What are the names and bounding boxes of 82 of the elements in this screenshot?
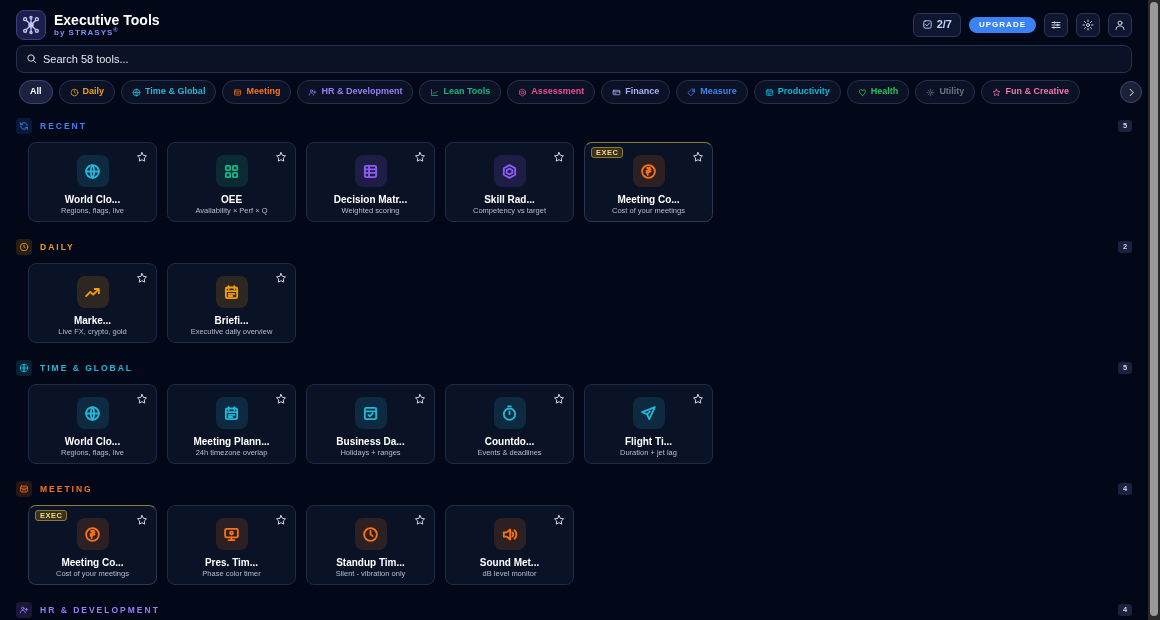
upgrade-button[interactable]: UPGRADE (969, 16, 1036, 33)
section-title: TIME & GLOBAL (40, 361, 134, 375)
filter-chip[interactable]: Health (846, 80, 910, 104)
star-icon (414, 393, 426, 405)
tool-name: Standup Tim... (336, 557, 405, 569)
people-icon (308, 87, 318, 97)
tag-icon (687, 87, 697, 97)
heart-icon (857, 87, 867, 97)
star-icon (553, 393, 565, 405)
star-icon (553, 151, 565, 163)
filter-chip[interactable]: Measure (676, 80, 748, 104)
settings-icon (1082, 18, 1094, 31)
tool-name: Meeting Plann... (193, 436, 270, 448)
filter-chip[interactable]: All (19, 80, 53, 104)
calendar-icon (764, 87, 774, 97)
filter-chip[interactable]: Productivity (753, 80, 841, 104)
star-icon (136, 272, 148, 284)
tool-name: Decision Matr... (333, 194, 408, 206)
app-title: Executive Tools (54, 11, 160, 28)
tool-name: Business Da... (336, 436, 405, 448)
section-title: HR & DEVELOPMENT (40, 603, 160, 617)
section-title: MEETING (40, 482, 93, 496)
scrollbar[interactable] (1148, 0, 1160, 620)
search-field[interactable]: Search 58 tools... (16, 45, 1132, 73)
user-icon (1114, 18, 1126, 31)
filter-chip[interactable]: Fun & Creative (981, 80, 1080, 104)
star-icon (275, 272, 287, 284)
tool-name: World Clo... (64, 436, 121, 448)
star-icon (414, 514, 426, 526)
tool-name: Sound Met... (479, 557, 540, 569)
star-icon (136, 393, 148, 405)
people-icon (19, 605, 29, 615)
settings-button[interactable] (1076, 12, 1100, 37)
filter-chip[interactable]: HR & Development (297, 80, 414, 104)
star-icon (275, 393, 287, 405)
star-icon (553, 514, 565, 526)
tool-name: OEE (220, 194, 243, 206)
checkbox-icon (921, 19, 933, 30)
star-icon (136, 151, 148, 163)
app-subtitle: by STRASYS$^{®}$ (54, 27, 120, 38)
globe-icon (132, 87, 142, 97)
tool-name: World Clo... (64, 194, 121, 206)
globe-icon (19, 363, 29, 373)
account-button[interactable] (1108, 12, 1132, 37)
refresh-icon (19, 121, 29, 131)
sun-icon (926, 87, 936, 97)
tool-name: Briefi... (214, 315, 249, 327)
star-icon (136, 514, 148, 526)
filter-button[interactable] (1044, 12, 1068, 37)
filter-chip[interactable]: Time & Global (121, 80, 217, 104)
filter-chip[interactable]: Lean Tools (419, 80, 502, 104)
line-chart-icon (430, 87, 440, 97)
logo-icon (16, 9, 46, 40)
tool-name: Marke... (73, 315, 112, 327)
tool-name: Meeting Co... (61, 557, 124, 569)
filter-chip[interactable]: Finance (601, 80, 671, 104)
star-icon (992, 87, 1002, 97)
tool-name: Skill Rad... (484, 194, 535, 206)
section-title: RECENT (40, 119, 87, 133)
search-icon (26, 53, 37, 64)
star-icon (275, 514, 287, 526)
progress-button[interactable]: 2/7 (912, 12, 961, 37)
tool-name: Pres. Tim... (204, 557, 259, 569)
filter-chip[interactable]: Utility (915, 80, 976, 104)
star-icon (692, 393, 704, 405)
section-title: DAILY (40, 240, 75, 254)
calendar-icon (19, 484, 29, 494)
clock-icon (69, 87, 79, 97)
filter-chip[interactable]: Daily (58, 80, 116, 104)
sliders-icon (1050, 18, 1062, 31)
star-icon (692, 151, 704, 163)
hexagon-icon (518, 87, 528, 97)
filter-chip[interactable]: Meeting (222, 80, 292, 104)
tool-name: Flight Ti... (625, 436, 672, 448)
clock-icon (19, 242, 29, 252)
star-icon (275, 151, 287, 163)
tool-name: Countdo... (484, 436, 535, 448)
star-icon (414, 151, 426, 163)
calendar-icon (233, 87, 243, 97)
tool-name: Meeting Co... (617, 194, 680, 206)
filter-chip[interactable]: Assessment (507, 80, 596, 104)
card-icon (612, 87, 622, 97)
